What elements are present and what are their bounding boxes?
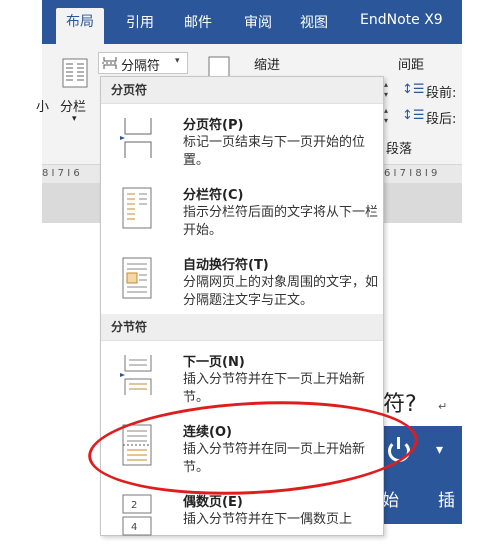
breaks-icon <box>102 57 118 69</box>
document-text: 符? <box>383 392 417 417</box>
tab-view[interactable]: 视图 <box>300 12 328 32</box>
even-page-icon: 2 4 <box>122 494 152 536</box>
ruler-right: 6 I 7 I 8 I 9 <box>384 168 438 179</box>
left-margin <box>0 0 42 534</box>
menu-item-description: 标记一页结束与下一页开始的位置。 <box>183 135 366 168</box>
size-label[interactable]: 小 <box>36 96 49 115</box>
paragraph-group-label: 段落 <box>386 142 413 157</box>
menu-item-description: 分隔网页上的对象周围的文字，如分隔题注文字与正文。 <box>183 275 379 308</box>
menu-item-title: 自动换行符(T) <box>183 258 269 273</box>
menu-item-title: 分页符(P) <box>183 118 244 133</box>
spacing-label: 间距 <box>398 58 425 73</box>
menu-item-text-wrapping-break[interactable]: 自动换行符(T) 分隔网页上的对象周围的文字，如分隔题注文字与正文。 <box>101 244 383 314</box>
panel-dropdown-icon[interactable]: ▾ <box>436 442 443 458</box>
column-break-icon <box>122 187 152 229</box>
columns-button[interactable]: 分栏 <box>60 96 86 115</box>
menu-item-title: 下一页(N) <box>183 355 245 370</box>
svg-text:4: 4 <box>131 522 137 533</box>
menu-item-page-break[interactable]: 分页符(P) 标记一页结束与下一页开始的位置。 <box>101 104 383 174</box>
menu-item-description: 指示分栏符后面的文字将从下一栏开始。 <box>183 205 379 238</box>
space-before-label[interactable]: 段前: <box>426 82 456 101</box>
columns-icon <box>62 58 88 88</box>
spinner-icon[interactable]: ▴ ▾ <box>384 106 394 126</box>
breaks-label: 分隔符 <box>121 59 161 74</box>
svg-text:2: 2 <box>131 500 137 511</box>
tab-review[interactable]: 审阅 <box>244 12 272 32</box>
panel-text-left: 始 <box>382 491 399 511</box>
breaks-button[interactable]: 分隔符 ▾ <box>98 52 188 74</box>
paragraph-mark-icon: ↵ <box>438 400 448 413</box>
tab-references[interactable]: 引用 <box>126 12 154 32</box>
menu-item-next-page[interactable]: 下一页(N) 插入分节符并在下一页上开始新节。 <box>101 341 383 411</box>
columns-dropdown-icon[interactable]: ▾ <box>72 114 77 124</box>
tab-endnote[interactable]: EndNote X9 <box>360 12 443 28</box>
page-breaks-header: 分页符 <box>101 77 383 104</box>
space-before-icon: ↕☰ <box>402 82 425 97</box>
menu-item-column-break[interactable]: 分栏符(C) 指示分栏符后面的文字将从下一栏开始。 <box>101 174 383 244</box>
ruler-left: 8 I 7 I 6 <box>42 168 80 179</box>
tab-mailings[interactable]: 邮件 <box>184 12 212 32</box>
indent-label: 缩进 <box>254 58 281 73</box>
section-breaks-header: 分节符 <box>101 314 383 341</box>
page-break-icon <box>120 118 152 158</box>
space-after-icon: ↕☰ <box>402 108 425 123</box>
tab-layout[interactable]: 布局 <box>56 8 104 44</box>
text-wrapping-icon <box>122 257 152 299</box>
space-after-label[interactable]: 段后: <box>426 108 456 127</box>
panel-text-right: 插 <box>438 491 455 511</box>
menu-item-description: 插入分节符并在下一偶数页上 <box>183 512 353 527</box>
spinner-icon[interactable]: ▴ ▾ <box>384 80 394 100</box>
next-page-icon <box>120 355 152 395</box>
menu-item-title: 分栏符(C) <box>183 188 244 203</box>
chevron-down-icon: ▾ <box>175 56 180 66</box>
ribbon-tab-bar: 布局 引用 邮件 审阅 视图 EndNote X9 <box>42 0 462 44</box>
